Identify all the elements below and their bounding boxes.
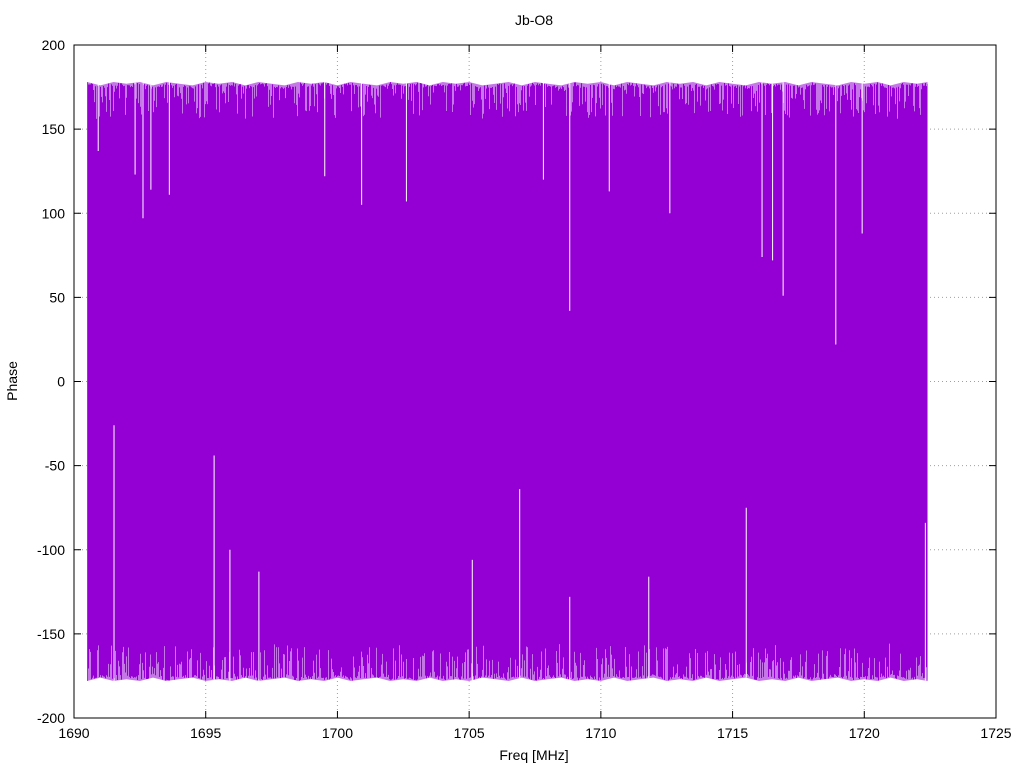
x-axis-label: Freq [MHz] — [499, 747, 568, 763]
y-tick-label: -50 — [45, 458, 65, 474]
x-tick-label: 1710 — [585, 725, 616, 741]
series-envelope — [87, 82, 928, 681]
y-tick-label: 150 — [42, 121, 66, 137]
y-tick-label: 200 — [42, 37, 66, 53]
x-tick-label: 1705 — [454, 725, 485, 741]
y-tick-label: 0 — [57, 374, 65, 390]
y-tick-label: -150 — [37, 626, 65, 642]
y-axis-label: Phase — [4, 361, 20, 401]
y-tick-label: -100 — [37, 542, 65, 558]
x-tick-label: 1690 — [58, 725, 89, 741]
x-tick-label: 1715 — [717, 725, 748, 741]
x-tick-label: 1720 — [849, 725, 880, 741]
series-trace — [87, 81, 928, 682]
x-tick-label: 1725 — [980, 725, 1011, 741]
y-tick-label: 50 — [49, 289, 65, 305]
chart-title: Jb-O8 — [515, 12, 553, 28]
y-tick-label: 100 — [42, 205, 66, 221]
x-tick-label: 1700 — [322, 725, 353, 741]
x-tick-label: 1695 — [190, 725, 221, 741]
y-tick-label: -200 — [37, 710, 65, 726]
chart: 1690 1695 1700 1705 1710 1715 1720 1725 -200 -150… — [4, 12, 1012, 763]
